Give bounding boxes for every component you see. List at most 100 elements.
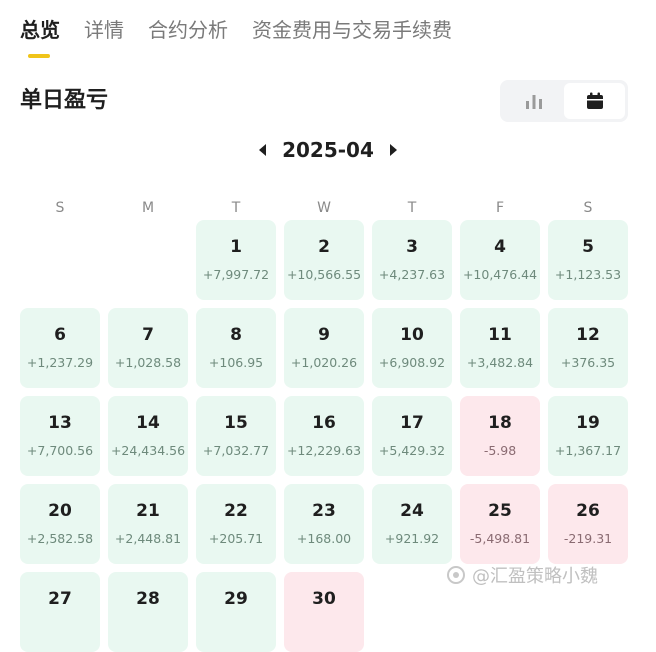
- day-cell[interactable]: 14 +24,434.56: [108, 396, 188, 476]
- day-pnl: +10,476.44: [462, 267, 538, 282]
- day-number: 2: [318, 237, 330, 257]
- bar-chart-icon: [525, 95, 542, 109]
- day-number: 12: [576, 325, 600, 345]
- day-number: 11: [488, 325, 512, 345]
- weekday-label: S: [583, 200, 593, 216]
- day-pnl: +2,582.58: [26, 531, 94, 546]
- day-number: 3: [406, 237, 418, 257]
- view-toggle: [500, 80, 628, 122]
- day-number: 29: [224, 589, 248, 609]
- day-number: 26: [576, 501, 600, 521]
- weekday-label: S: [55, 200, 65, 216]
- day-cell[interactable]: 10 +6,908.92: [372, 308, 452, 388]
- day-pnl: +4,237.63: [378, 267, 446, 282]
- top-tabs: 总览 详情 合约分析 资金费用与交易手续费: [20, 14, 452, 58]
- day-number: 13: [48, 413, 72, 433]
- day-pnl: +7,032.77: [202, 443, 270, 458]
- day-cell[interactable]: 8 +106.95: [196, 308, 276, 388]
- calendar-view-button[interactable]: [564, 83, 625, 119]
- day-number: 20: [48, 501, 72, 521]
- day-cell[interactable]: 22 +205.71: [196, 484, 276, 564]
- weekday-label: M: [141, 200, 155, 216]
- day-pnl: +6,908.92: [378, 355, 446, 370]
- prev-month-icon[interactable]: [259, 144, 267, 156]
- weekday-label: T: [407, 200, 417, 216]
- day-pnl: +24,434.56: [110, 443, 186, 458]
- day-pnl: -219.31: [563, 531, 613, 546]
- day-cell[interactable]: 18 -5.98: [460, 396, 540, 476]
- day-number: 19: [576, 413, 600, 433]
- empty-cell: [108, 220, 188, 300]
- watermark-text: @汇盈策略小魏: [472, 566, 598, 587]
- day-cell[interactable]: 7 +1,028.58: [108, 308, 188, 388]
- day-number: 15: [224, 413, 248, 433]
- day-pnl: +2,448.81: [114, 531, 182, 546]
- day-number: 24: [400, 501, 424, 521]
- day-cell[interactable]: 6 +1,237.29: [20, 308, 100, 388]
- day-cell[interactable]: 26 -219.31: [548, 484, 628, 564]
- day-number: 30: [312, 589, 336, 609]
- tab-funding-fees[interactable]: 资金费用与交易手续费: [252, 14, 452, 54]
- day-cell[interactable]: 20 +2,582.58: [20, 484, 100, 564]
- day-pnl: +3,482.84: [466, 355, 534, 370]
- day-cell[interactable]: 1 +7,997.72: [196, 220, 276, 300]
- day-cell[interactable]: 17 +5,429.32: [372, 396, 452, 476]
- day-cell[interactable]: 3 +4,237.63: [372, 220, 452, 300]
- day-cell[interactable]: 28: [108, 572, 188, 652]
- day-pnl: +376.35: [560, 355, 616, 370]
- month-label: 2025-04: [282, 138, 374, 162]
- watermark-logo-icon: [447, 566, 465, 584]
- day-pnl: +7,700.56: [26, 443, 94, 458]
- day-cell[interactable]: 21 +2,448.81: [108, 484, 188, 564]
- day-cell[interactable]: 2 +10,566.55: [284, 220, 364, 300]
- day-pnl: -5.98: [483, 443, 517, 458]
- day-cell[interactable]: 11 +3,482.84: [460, 308, 540, 388]
- day-pnl: +1,367.17: [554, 443, 622, 458]
- section-title: 单日盈亏: [20, 88, 109, 113]
- day-cell[interactable]: 19 +1,367.17: [548, 396, 628, 476]
- bar-chart-view-button[interactable]: [503, 83, 564, 119]
- day-pnl: +5,429.32: [378, 443, 446, 458]
- day-number: 21: [136, 501, 160, 521]
- day-number: 7: [142, 325, 154, 345]
- day-cell[interactable]: 13 +7,700.56: [20, 396, 100, 476]
- day-cell[interactable]: 12 +376.35: [548, 308, 628, 388]
- tab-details[interactable]: 详情: [84, 14, 124, 54]
- tab-overview[interactable]: 总览: [20, 14, 60, 58]
- day-cell[interactable]: 5 +1,123.53: [548, 220, 628, 300]
- day-pnl: +12,229.63: [286, 443, 362, 458]
- day-cell[interactable]: 27: [20, 572, 100, 652]
- day-number: 17: [400, 413, 424, 433]
- day-cell[interactable]: 15 +7,032.77: [196, 396, 276, 476]
- next-month-icon[interactable]: [389, 144, 397, 156]
- tab-contract-analysis[interactable]: 合约分析: [148, 14, 228, 54]
- day-cell[interactable]: 23 +168.00: [284, 484, 364, 564]
- day-number: 25: [488, 501, 512, 521]
- day-pnl: -5,498.81: [469, 531, 531, 546]
- day-pnl: +7,997.72: [202, 267, 270, 282]
- day-cell[interactable]: 4 +10,476.44: [460, 220, 540, 300]
- calendar-icon: [586, 92, 603, 109]
- weekday-header: SMTWTFS: [20, 198, 628, 218]
- day-cell[interactable]: 24 +921.92: [372, 484, 452, 564]
- day-cell[interactable]: 25 -5,498.81: [460, 484, 540, 564]
- day-number: 28: [136, 589, 160, 609]
- weekday-label: T: [231, 200, 241, 216]
- day-number: 4: [494, 237, 506, 257]
- day-number: 6: [54, 325, 66, 345]
- day-pnl: +1,020.26: [290, 355, 358, 370]
- day-pnl: +1,123.53: [554, 267, 622, 282]
- day-number: 8: [230, 325, 242, 345]
- day-cell[interactable]: 29: [196, 572, 276, 652]
- day-cell[interactable]: 9 +1,020.26: [284, 308, 364, 388]
- day-pnl: +921.92: [384, 531, 440, 546]
- empty-cell: [20, 220, 100, 300]
- day-number: 1: [230, 237, 242, 257]
- day-pnl: +205.71: [208, 531, 264, 546]
- watermark: @汇盈策略小魏: [446, 562, 598, 588]
- day-number: 22: [224, 501, 248, 521]
- day-cell[interactable]: 30: [284, 572, 364, 652]
- day-number: 9: [318, 325, 330, 345]
- weekday-label: W: [317, 200, 331, 216]
- day-cell[interactable]: 16 +12,229.63: [284, 396, 364, 476]
